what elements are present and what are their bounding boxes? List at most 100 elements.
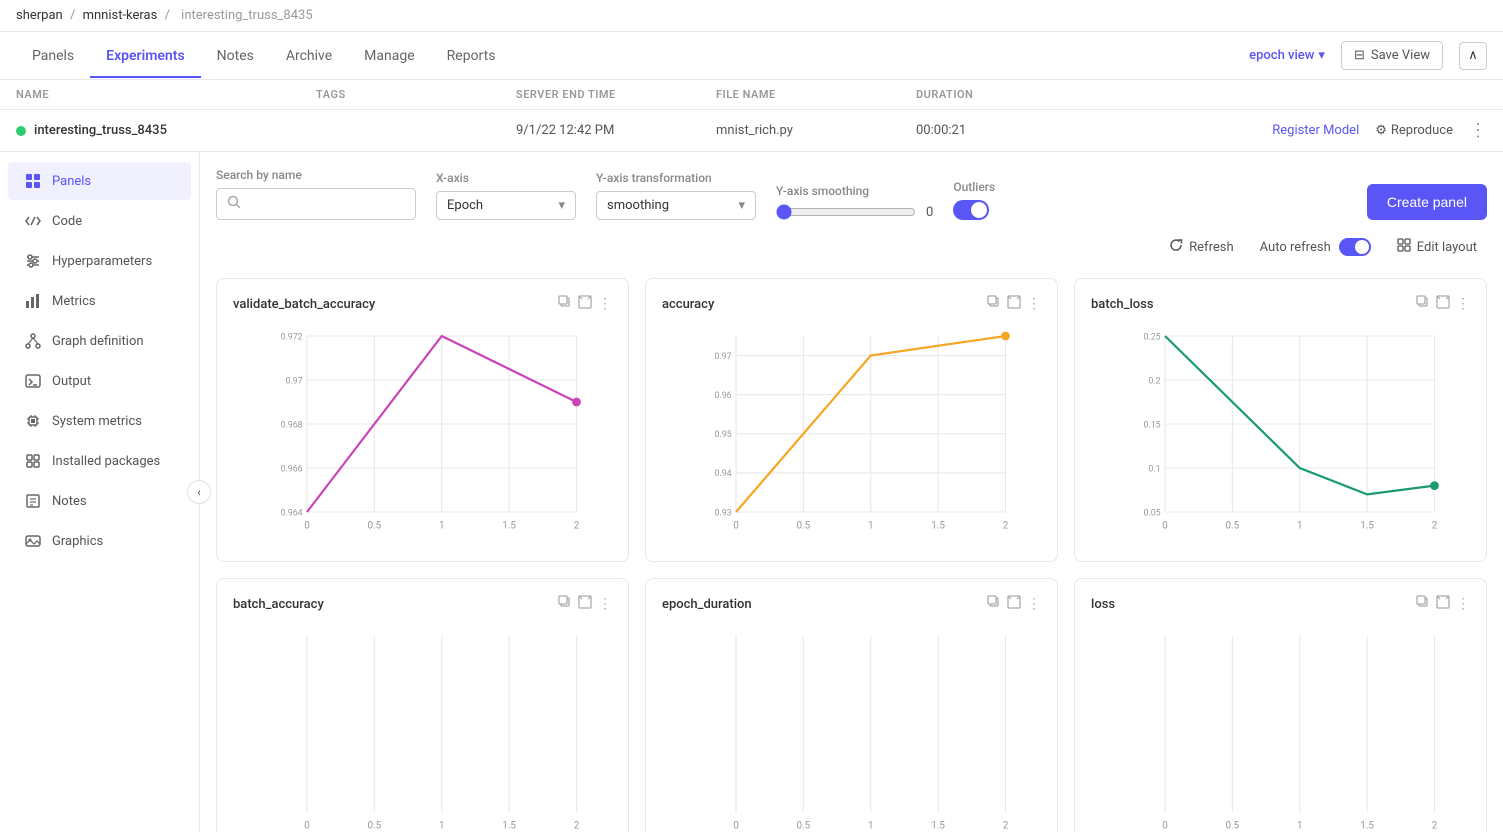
sidebar-label-panels: Panels	[52, 174, 91, 189]
svg-text:2: 2	[574, 521, 580, 532]
sidebar-item-system[interactable]: System metrics	[8, 402, 191, 440]
search-box[interactable]	[216, 188, 416, 220]
smoothing-value: 0	[926, 205, 933, 220]
nav-panels[interactable]: Panels	[16, 34, 90, 78]
chart-actions: ⋮	[1416, 295, 1470, 313]
bar-chart-icon	[24, 292, 42, 310]
sidebar-item-hyperparameters[interactable]: Hyperparameters	[8, 242, 191, 280]
chart-card: batch_loss ⋮ 00.511.520.050.10.150.20.25	[1074, 278, 1487, 562]
chart-body: 00.511.520.930.940.950.960.97	[662, 325, 1041, 545]
reproduce-button[interactable]: ⚙ Reproduce	[1375, 123, 1453, 138]
svg-text:0: 0	[1162, 821, 1168, 832]
smoothing-slider[interactable]	[776, 204, 916, 220]
chart-card: accuracy ⋮ 00.511.520.930.940.950.960.97	[645, 278, 1058, 562]
more-icon[interactable]: ⋮	[1456, 296, 1470, 312]
expand-icon[interactable]	[1436, 595, 1450, 613]
expand-icon[interactable]	[1007, 295, 1021, 313]
auto-refresh-toggle[interactable]	[1339, 238, 1371, 256]
more-icon[interactable]: ⋮	[598, 596, 612, 612]
sidebar-item-metrics[interactable]: Metrics	[8, 282, 191, 320]
nav-notes[interactable]: Notes	[201, 34, 270, 78]
col-header-duration: DURATION	[916, 88, 1116, 101]
svg-text:1: 1	[1297, 521, 1303, 532]
reproduce-icon: ⚙	[1375, 123, 1387, 138]
svg-text:0: 0	[1162, 521, 1168, 532]
svg-text:1: 1	[868, 521, 874, 532]
copy-icon[interactable]	[1416, 595, 1430, 613]
xaxis-group: X-axis Epoch ▾	[436, 171, 576, 220]
outliers-row	[953, 200, 995, 220]
register-model-button[interactable]: Register Model	[1272, 123, 1359, 138]
svg-text:0: 0	[733, 521, 739, 532]
save-view-button[interactable]: ⊟ Save View	[1341, 41, 1443, 70]
sidebar-label-graph: Graph definition	[52, 334, 144, 349]
table-header: NAME TAGS SERVER END TIME FILE NAME DURA…	[0, 80, 1503, 110]
svg-text:0.95: 0.95	[714, 430, 731, 440]
copy-icon[interactable]	[1416, 295, 1430, 313]
edit-layout-button[interactable]: Edit layout	[1387, 232, 1487, 262]
sidebar-item-graphics[interactable]: Graphics	[8, 522, 191, 560]
copy-icon[interactable]	[558, 295, 572, 313]
outliers-toggle[interactable]	[953, 200, 989, 220]
chart-title: batch_accuracy	[233, 597, 324, 612]
svg-text:1.5: 1.5	[502, 521, 516, 532]
sidebar-item-output[interactable]: Output	[8, 362, 191, 400]
nav-experiments[interactable]: Experiments	[90, 34, 200, 78]
nav-archive[interactable]: Archive	[270, 34, 348, 78]
breadcrumb-sep2: /	[165, 8, 170, 23]
sidebar-item-graph[interactable]: Graph definition	[8, 322, 191, 360]
sidebar-item-panels[interactable]: Panels	[8, 162, 191, 200]
sidebar-label-graphics: Graphics	[52, 534, 103, 549]
chart-actions: ⋮	[987, 295, 1041, 313]
sliders-icon	[24, 252, 42, 270]
expand-icon[interactable]	[1436, 295, 1450, 313]
nav-manage[interactable]: Manage	[348, 34, 430, 78]
svg-text:0.964: 0.964	[280, 508, 302, 518]
copy-icon[interactable]	[987, 595, 1001, 613]
collapse-button[interactable]: ∧	[1459, 42, 1487, 70]
expand-icon[interactable]	[578, 595, 592, 613]
svg-text:0.5: 0.5	[368, 521, 382, 532]
cpu-icon	[24, 412, 42, 430]
layout-icon	[1397, 238, 1411, 256]
more-icon[interactable]: ⋮	[1456, 596, 1470, 612]
expand-icon[interactable]	[1007, 595, 1021, 613]
col-header-name: NAME	[16, 88, 316, 101]
experiment-duration: 00:00:21	[916, 123, 1116, 138]
create-panel-button[interactable]: Create panel	[1367, 184, 1487, 220]
smoothing-label: Y-axis smoothing	[776, 184, 933, 198]
experiment-name: interesting_truss_8435	[34, 123, 316, 138]
svg-text:0.968: 0.968	[280, 420, 302, 430]
col-header-server: SERVER END TIME	[516, 88, 716, 101]
more-icon[interactable]: ⋮	[598, 296, 612, 312]
chevron-down-icon: ▾	[558, 198, 565, 213]
sidebar-item-packages[interactable]: Installed packages	[8, 442, 191, 480]
sidebar-item-code[interactable]: Code	[8, 202, 191, 240]
ytransform-select[interactable]: smoothing ▾	[596, 191, 756, 220]
chevron-down-icon: ▾	[738, 198, 745, 213]
chart-body: 00.511.52	[233, 625, 612, 832]
copy-icon[interactable]	[558, 595, 572, 613]
xaxis-select[interactable]: Epoch ▾	[436, 191, 576, 220]
notes-icon	[24, 492, 42, 510]
svg-text:0.97: 0.97	[285, 376, 302, 386]
copy-icon[interactable]	[987, 295, 1001, 313]
more-options-button[interactable]: ⋮	[1469, 120, 1487, 141]
sidebar-item-notes[interactable]: Notes	[8, 482, 191, 520]
nav-reports[interactable]: Reports	[431, 34, 512, 78]
breadcrumb-project[interactable]: mnnist-keras	[83, 8, 158, 23]
more-icon[interactable]: ⋮	[1027, 596, 1041, 612]
chart-card: batch_accuracy ⋮ 00.511.52	[216, 578, 629, 832]
sidebar-label-notes: Notes	[52, 494, 87, 509]
chart-card: validate_batch_accuracy ⋮ 00.511.520.964…	[216, 278, 629, 562]
status-indicator	[16, 126, 26, 136]
expand-icon[interactable]	[578, 295, 592, 313]
search-input[interactable]	[249, 197, 405, 212]
breadcrumb-user[interactable]: sherpan	[16, 8, 63, 23]
collapse-sidebar-button[interactable]: ‹	[187, 480, 211, 504]
more-icon[interactable]: ⋮	[1027, 296, 1041, 312]
epoch-view-selector[interactable]: epoch view ▾	[1249, 48, 1325, 63]
svg-text:0.25: 0.25	[1143, 332, 1160, 342]
refresh-button[interactable]: Refresh	[1159, 232, 1243, 262]
chart-title: validate_batch_accuracy	[233, 297, 375, 312]
